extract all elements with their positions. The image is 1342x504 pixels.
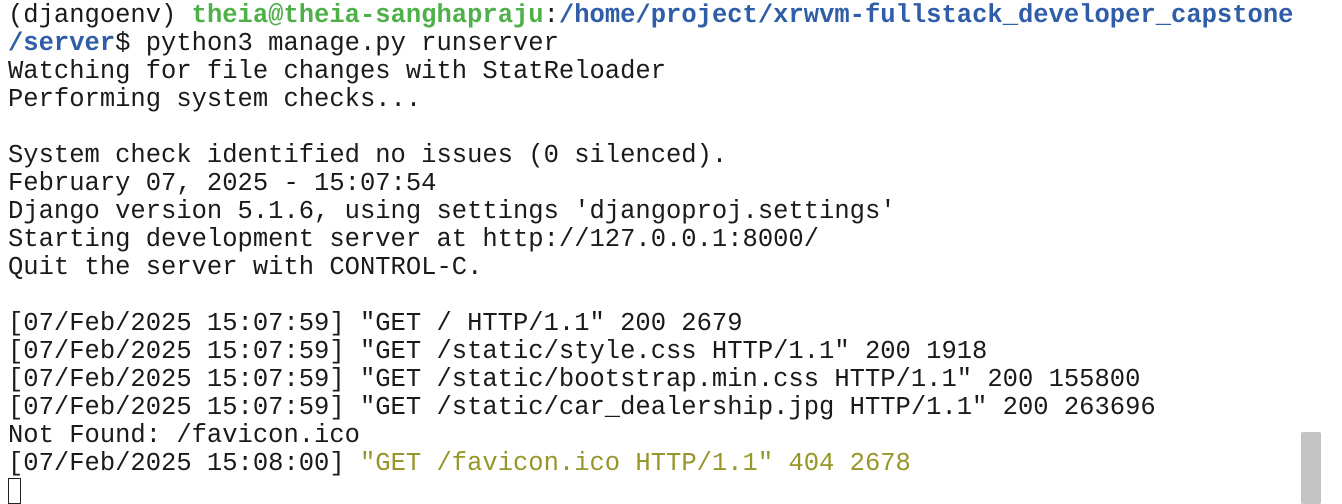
prompt-path: /home/project/xrwvm-fullstack_developer_… [558, 1, 1294, 30]
prompt-symbol: $ [115, 29, 146, 58]
output-line: Not Found: /favicon.ico [8, 421, 360, 450]
input-line[interactable] [8, 478, 1302, 504]
output-line: Performing system checks... [8, 85, 422, 114]
log-line: [07/Feb/2025 15:07:59] "GET /static/car_… [8, 393, 1156, 422]
terminal-output: (djangoenv) theia@theia-sanghapraju:/hom… [8, 2, 1302, 504]
output-line: Watching for file changes with StatReloa… [8, 57, 667, 86]
log-line: [07/Feb/2025 15:07:59] "GET / HTTP/1.1" … [8, 309, 743, 338]
output-line: Starting development server at http://12… [8, 225, 820, 254]
log-line: [07/Feb/2025 15:07:59] "GET /static/boot… [8, 365, 1141, 394]
prompt-line: (djangoenv) theia@theia-sanghapraju:/hom… [8, 2, 1302, 30]
terminal-window[interactable]: (djangoenv) theia@theia-sanghapraju:/hom… [0, 0, 1342, 504]
log-timestamp: [07/Feb/2025 15:08:00] [8, 449, 360, 478]
prompt-colon: : [543, 1, 559, 30]
scrollbar-thumb[interactable] [1301, 432, 1321, 504]
prompt-path-cont: /server [8, 29, 116, 58]
scrollbar-track[interactable] [1300, 0, 1342, 504]
command-text: python3 manage.py runserver [145, 29, 559, 58]
output-line: System check identified no issues (0 sil… [8, 141, 728, 170]
command-line: /server$ python3 manage.py runserver [8, 30, 1302, 58]
prompt-env: (djangoenv) [8, 1, 192, 30]
output-line: Django version 5.1.6, using settings 'dj… [8, 197, 896, 226]
output-line: Quit the server with CONTROL-C. [8, 253, 483, 282]
log-line-warning: [07/Feb/2025 15:08:00] "GET /favicon.ico… [8, 450, 1302, 478]
output-line: February 07, 2025 - 15:07:54 [8, 169, 437, 198]
prompt-user-host: theia@theia-sanghapraju [191, 1, 544, 30]
log-line: [07/Feb/2025 15:07:59] "GET /static/styl… [8, 337, 988, 366]
log-warning-text: "GET /favicon.ico HTTP/1.1" 404 2678 [359, 449, 911, 478]
cursor-block [8, 478, 21, 504]
